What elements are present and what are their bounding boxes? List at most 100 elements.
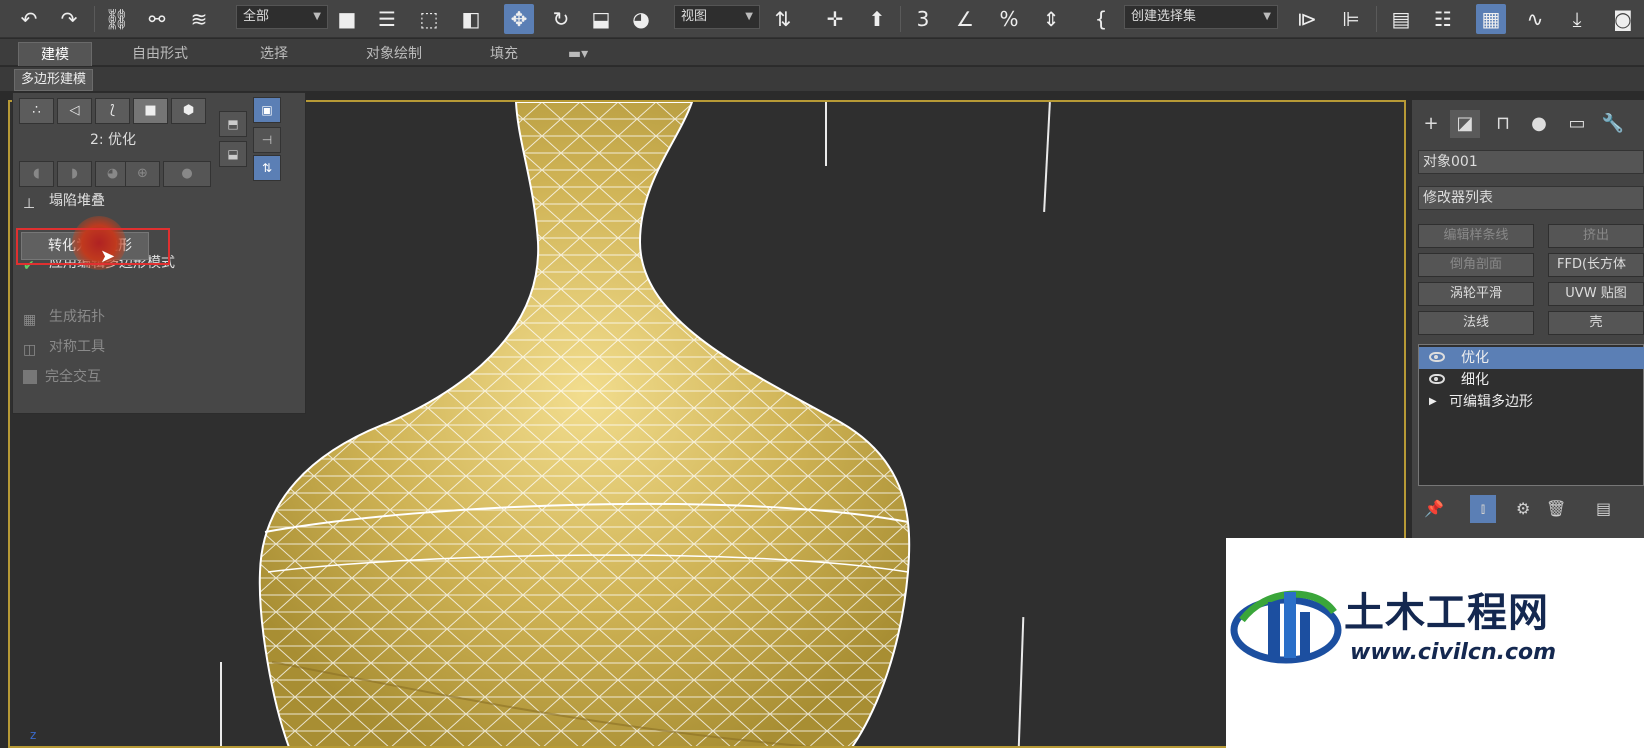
ribbon-options-icon[interactable]: ▬▾ — [560, 42, 596, 66]
eye-icon[interactable] — [1429, 352, 1445, 362]
ribbon-tabs: 建模 自由形式 选择 对象绘制 填充 ▬▾ — [0, 39, 1644, 66]
remove-modifier-icon[interactable]: 🗑 — [1546, 499, 1566, 518]
show-end-result-icon[interactable]: ⫾ — [1470, 495, 1496, 523]
toggle-ribbon-icon[interactable]: ☷ — [1428, 4, 1458, 34]
collapse-down-icon[interactable]: ⬓ — [219, 141, 247, 167]
symmetry-tool-item[interactable]: ◫ 对称工具 — [23, 335, 105, 359]
percent-snap-icon[interactable]: % — [994, 4, 1024, 34]
reference-coordinate-dropdown[interactable]: 视图 ▼ — [674, 5, 760, 29]
select-and-move-icon[interactable]: ✥ — [504, 4, 534, 34]
collapse-up-icon[interactable]: ⬒ — [219, 111, 247, 137]
place-icon[interactable]: ◕ — [626, 4, 656, 34]
select-by-name-icon[interactable]: ☰ — [372, 4, 402, 34]
stack-item-refine[interactable]: 细化 — [1419, 369, 1644, 391]
schematic-view-icon[interactable]: ⤓ — [1562, 4, 1592, 34]
full-interactive-checkbox[interactable] — [23, 370, 37, 384]
stack-item-editable-poly[interactable]: ▶ 可编辑多边形 — [1419, 391, 1644, 413]
polygon-mode-icon[interactable]: ■ — [133, 98, 168, 124]
selection-filter-value: 全部 — [243, 9, 270, 24]
spinner-snap-icon[interactable]: ⇕ — [1036, 4, 1066, 34]
symmetry-tool-icon: ◫ — [23, 342, 37, 358]
tab-object-paint[interactable]: 对象绘制 — [352, 42, 436, 66]
pin-stack-icon[interactable]: ⊕ — [125, 161, 160, 187]
modifier-button-extrude[interactable]: 挤出 — [1548, 224, 1644, 248]
named-selection-dropdown[interactable]: 创建选择集 ▼ — [1124, 5, 1278, 29]
stack-item-label: 优化 — [1461, 350, 1489, 366]
tab-freeform[interactable]: 自由形式 — [118, 42, 202, 66]
object-name-field[interactable]: 对象001 — [1418, 150, 1644, 174]
modifier-button-bevel-profile[interactable]: 倒角剖面 — [1418, 253, 1534, 277]
select-object-icon[interactable]: ■ — [332, 4, 362, 34]
modifier-list-dropdown[interactable]: 修改器列表 — [1418, 186, 1644, 210]
pin-stack-icon[interactable]: 📌 — [1424, 499, 1444, 518]
scene-line — [220, 662, 222, 746]
selection-filter-dropdown[interactable]: 全部 ▼ — [236, 5, 328, 29]
configure-sets-icon[interactable]: ▤ — [1596, 499, 1611, 518]
modifier-button-normal[interactable]: 法线 — [1418, 311, 1534, 335]
show-cage-icon[interactable]: ▣ — [253, 97, 281, 123]
named-selection-value: 创建选择集 — [1131, 9, 1197, 24]
material-editor-icon[interactable]: ◙ — [1608, 4, 1638, 34]
prev-modifier-icon[interactable]: ◖ — [19, 161, 54, 187]
modifier-button-uvw-map[interactable]: UVW 贴图 — [1548, 282, 1644, 306]
scene-line — [825, 102, 827, 166]
collapse-stack-item[interactable]: ⊥ 塌陷堆叠 — [23, 189, 105, 213]
select-and-rotate-icon[interactable]: ↻ — [546, 4, 576, 34]
window-crossing-icon[interactable]: ◧ — [456, 4, 486, 34]
pivot-center-icon[interactable]: ⇅ — [768, 4, 798, 34]
align-icon[interactable]: ⊫ — [1336, 4, 1366, 34]
modifier-button-shell[interactable]: 壳 — [1548, 311, 1644, 335]
tab-modeling[interactable]: 建模 — [18, 42, 92, 66]
toolbar-divider — [1376, 6, 1377, 32]
edit-named-selection-icon[interactable]: { — [1086, 4, 1116, 34]
pin-icon[interactable]: ⊣ — [253, 127, 281, 153]
modifier-button-turbosmooth[interactable]: 涡轮平滑 — [1418, 282, 1534, 306]
vertex-mode-icon[interactable]: ∴ — [19, 98, 54, 124]
expand-triangle-icon[interactable]: ▶ — [1429, 391, 1437, 413]
modifier-button-ffd-box[interactable]: FFD(长方体 — [1548, 253, 1644, 277]
viewport-axis-icon: z — [30, 728, 37, 742]
tab-selection[interactable]: 选择 — [244, 42, 304, 66]
full-interactive-label: 完全交互 — [45, 369, 101, 385]
make-unique-icon[interactable]: ⚙ — [1516, 499, 1530, 518]
select-and-scale-icon[interactable]: ⬓ — [586, 4, 616, 34]
modify-tab-icon[interactable]: ◪ — [1450, 110, 1480, 138]
curve-editor-icon[interactable]: ∿ — [1520, 4, 1550, 34]
site-watermark: 土木工程网 www.civilcn.com — [1226, 538, 1644, 748]
utilities-tab-icon[interactable]: 🔧 — [1598, 110, 1628, 138]
eye-icon[interactable] — [1429, 374, 1445, 384]
generate-topology-label: 生成拓扑 — [49, 309, 105, 325]
watermark-url: www.civilcn.com — [1350, 640, 1557, 665]
display-tab-icon[interactable]: ▭ — [1562, 110, 1592, 138]
generate-topology-item[interactable]: ▦ 生成拓扑 — [23, 305, 105, 329]
snaps-toggle-icon[interactable]: 3 — [908, 4, 938, 34]
bind-spacewarp-icon[interactable]: ≋ — [184, 4, 214, 34]
rect-selection-region-icon[interactable]: ⬚ — [414, 4, 444, 34]
link-icon[interactable]: ⛓ — [102, 4, 132, 34]
element-mode-icon[interactable]: ⬢ — [171, 98, 206, 124]
select-manipulate-icon[interactable]: ✛ — [820, 4, 850, 34]
stack-item-optimize[interactable]: 优化 — [1419, 347, 1644, 369]
tab-populate[interactable]: 填充 — [482, 42, 526, 66]
scene-explorer-icon[interactable]: ▦ — [1476, 4, 1506, 34]
create-tab-icon[interactable]: + — [1416, 110, 1446, 138]
use-soft-selection-icon[interactable]: ● — [163, 161, 211, 187]
hierarchy-tab-icon[interactable]: ⊓ — [1488, 110, 1518, 138]
unlink-icon[interactable]: ⚯ — [142, 4, 172, 34]
angle-snap-icon[interactable]: ∠ — [950, 4, 980, 34]
mirror-icon[interactable]: ⧐ — [1292, 4, 1322, 34]
border-mode-icon[interactable]: ⟅ — [95, 98, 130, 124]
show-all-icon[interactable]: ⇅ — [253, 155, 281, 181]
motion-tab-icon[interactable]: ● — [1524, 110, 1554, 138]
modifier-button-edit-spline[interactable]: 编辑样条线 — [1418, 224, 1534, 248]
keyboard-shortcut-override-icon[interactable]: ⬆ — [862, 4, 892, 34]
layer-explorer-icon[interactable]: ▤ — [1386, 4, 1416, 34]
command-panel-tabs: + ◪ ⊓ ● ▭ 🔧 — [1412, 108, 1644, 138]
redo-icon[interactable]: ↷ — [54, 4, 84, 34]
full-interactive-item[interactable]: 完全交互 — [23, 365, 101, 389]
next-modifier-icon[interactable]: ◗ — [57, 161, 92, 187]
collapse-stack-icon: ⊥ — [23, 196, 36, 212]
undo-icon[interactable]: ↶ — [14, 4, 44, 34]
tab-polygon-modeling[interactable]: 多边形建模 — [14, 69, 94, 91]
edge-mode-icon[interactable]: ◁ — [57, 98, 92, 124]
